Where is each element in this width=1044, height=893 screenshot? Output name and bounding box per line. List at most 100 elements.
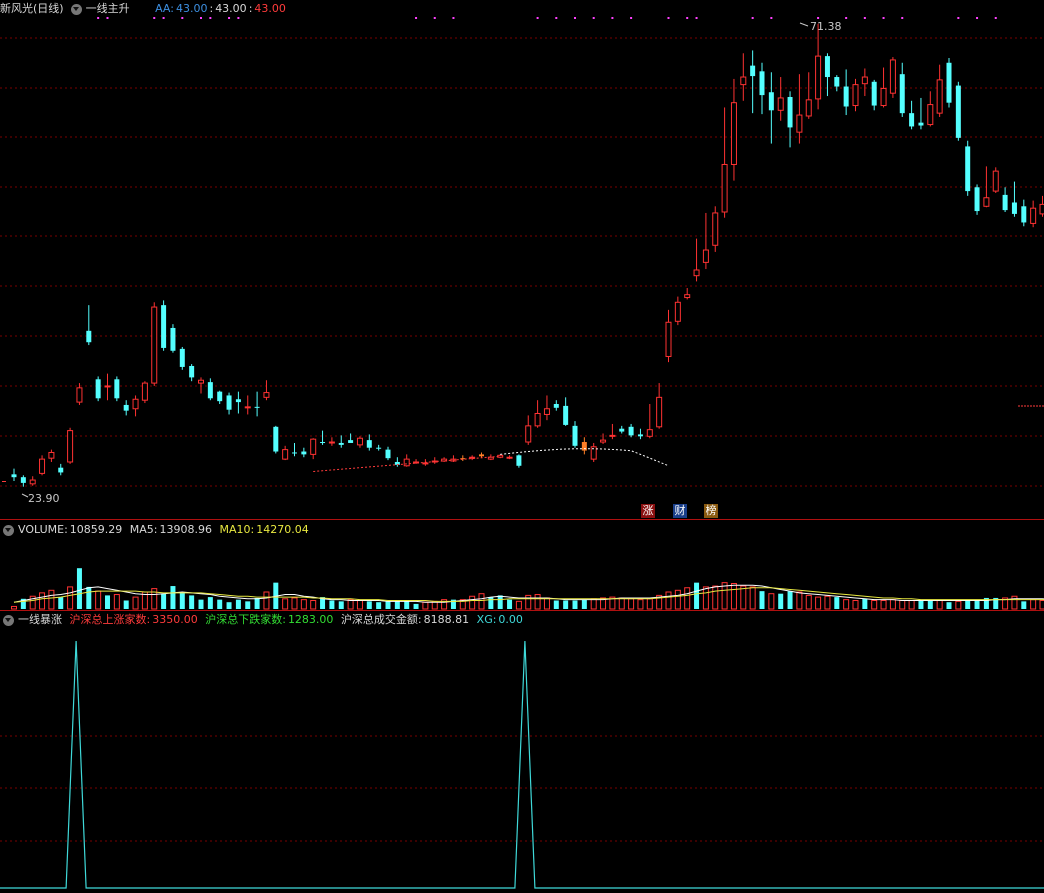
candle-body [909, 113, 915, 127]
candle-body [235, 399, 241, 403]
low-price-label: 23.90 [28, 492, 60, 505]
price-header: 新风光(日线) 一线主升 AA: 43.00:43.00:43.00 [0, 2, 286, 15]
candle-body [29, 479, 36, 485]
signal-dot [630, 17, 633, 19]
candle-body [824, 56, 830, 78]
candle-body [506, 456, 513, 459]
volume-bar [712, 585, 719, 610]
signal-dot [994, 17, 997, 19]
volume-bar [628, 598, 635, 610]
volume-bar [67, 586, 74, 610]
volume-bar [852, 600, 859, 610]
dropdown-icon[interactable] [3, 614, 14, 626]
candle-body [553, 404, 559, 408]
candle-body [899, 74, 905, 114]
signal-dot [433, 17, 436, 19]
volume-bar [291, 597, 298, 610]
ma10-label: MA10: [219, 523, 255, 536]
volume-bar [198, 599, 204, 609]
volume-pane[interactable]: VOLUME: 10859.29 MA5: 13908.96 MA10: 14270.… [0, 521, 1044, 611]
volume-bar [105, 595, 110, 609]
candle-body [301, 451, 307, 455]
volume-bar [880, 600, 887, 610]
candle-body [563, 405, 569, 425]
candle-body [170, 327, 176, 351]
candle-body [422, 462, 429, 465]
candle-body [712, 212, 719, 246]
signal-dot [452, 17, 455, 19]
candle-body [310, 438, 317, 455]
candle-body [151, 306, 158, 384]
volume-bar [834, 597, 840, 609]
aa-label: AA: [155, 2, 174, 15]
candlestick-chart[interactable] [0, 0, 1044, 520]
signal-dot [817, 17, 820, 19]
candle-body [132, 398, 139, 410]
volume-bar [965, 600, 971, 609]
volume-bar [1030, 599, 1037, 610]
candle-body [861, 76, 868, 85]
volume-bar [170, 586, 176, 609]
signal-dot [592, 17, 595, 19]
candle-body [674, 301, 681, 322]
volume-bar [385, 601, 391, 609]
signal-dot [957, 17, 960, 19]
price-chart-pane[interactable]: 新风光(日线) 一线主升 AA: 43.00:43.00:43.00 71.38 2… [0, 0, 1044, 520]
candle-body [543, 408, 550, 415]
volume-bar [404, 601, 410, 609]
candle-body [348, 440, 354, 443]
volume-bar [824, 595, 831, 610]
volume-bar [955, 600, 962, 610]
candle-body [927, 104, 934, 126]
candle-body [1011, 202, 1017, 214]
candle-body [20, 477, 26, 483]
badge-zhang[interactable]: 涨 [641, 504, 655, 518]
candle-body [273, 426, 279, 452]
candle-body [226, 395, 232, 410]
candle-body [123, 404, 129, 411]
badge-bang[interactable]: 榜 [704, 504, 718, 518]
volume-bar [843, 599, 850, 610]
candle-body [282, 449, 289, 460]
candle-body [787, 96, 793, 128]
pane-separator[interactable] [0, 519, 1044, 520]
candle-body [67, 430, 74, 463]
high-price-marker: 71.38 [810, 20, 842, 33]
candle-body [936, 79, 943, 114]
down-count-label: 沪深总下跌家数: [205, 613, 286, 626]
volume-bar [366, 601, 372, 609]
badge-cai[interactable]: 财 [673, 504, 687, 518]
volume-bar [497, 595, 503, 609]
candle-body [385, 449, 391, 459]
indicator-pane[interactable]: 一线暴涨 沪深总上涨家数: 3350.00 沪深总下跌家数: 1283.00 沪深总… [0, 611, 1044, 893]
volume-bar [694, 582, 700, 609]
volume-bar [787, 591, 793, 609]
indicator-chart[interactable] [0, 611, 1044, 893]
volume-value: 10859.29 [69, 523, 123, 536]
dropdown-icon[interactable] [3, 524, 14, 536]
candle-body [525, 425, 532, 443]
candle-body [207, 382, 213, 399]
volume-bar [815, 596, 822, 610]
signal-dot [882, 17, 885, 19]
candle-body [254, 406, 260, 408]
candle-body [479, 454, 484, 457]
candle-body [95, 379, 101, 399]
candle-body [86, 330, 92, 343]
ma5-label: MA5: [129, 523, 158, 536]
signal-dot [845, 17, 848, 19]
volume-bar [899, 600, 906, 610]
signal-dot [555, 17, 558, 19]
volume-bar [394, 601, 400, 609]
volume-bar [113, 594, 120, 610]
signal-dot [695, 17, 698, 19]
candle-body [161, 305, 167, 348]
candle-body [328, 441, 335, 444]
volume-bar [310, 600, 317, 610]
volume-bar [581, 599, 587, 609]
volume-bar [646, 598, 653, 610]
indicator-name: 一线暴涨 [18, 613, 62, 626]
candle-body [320, 442, 326, 444]
volume-bar [768, 593, 775, 610]
dropdown-icon[interactable] [70, 3, 82, 15]
